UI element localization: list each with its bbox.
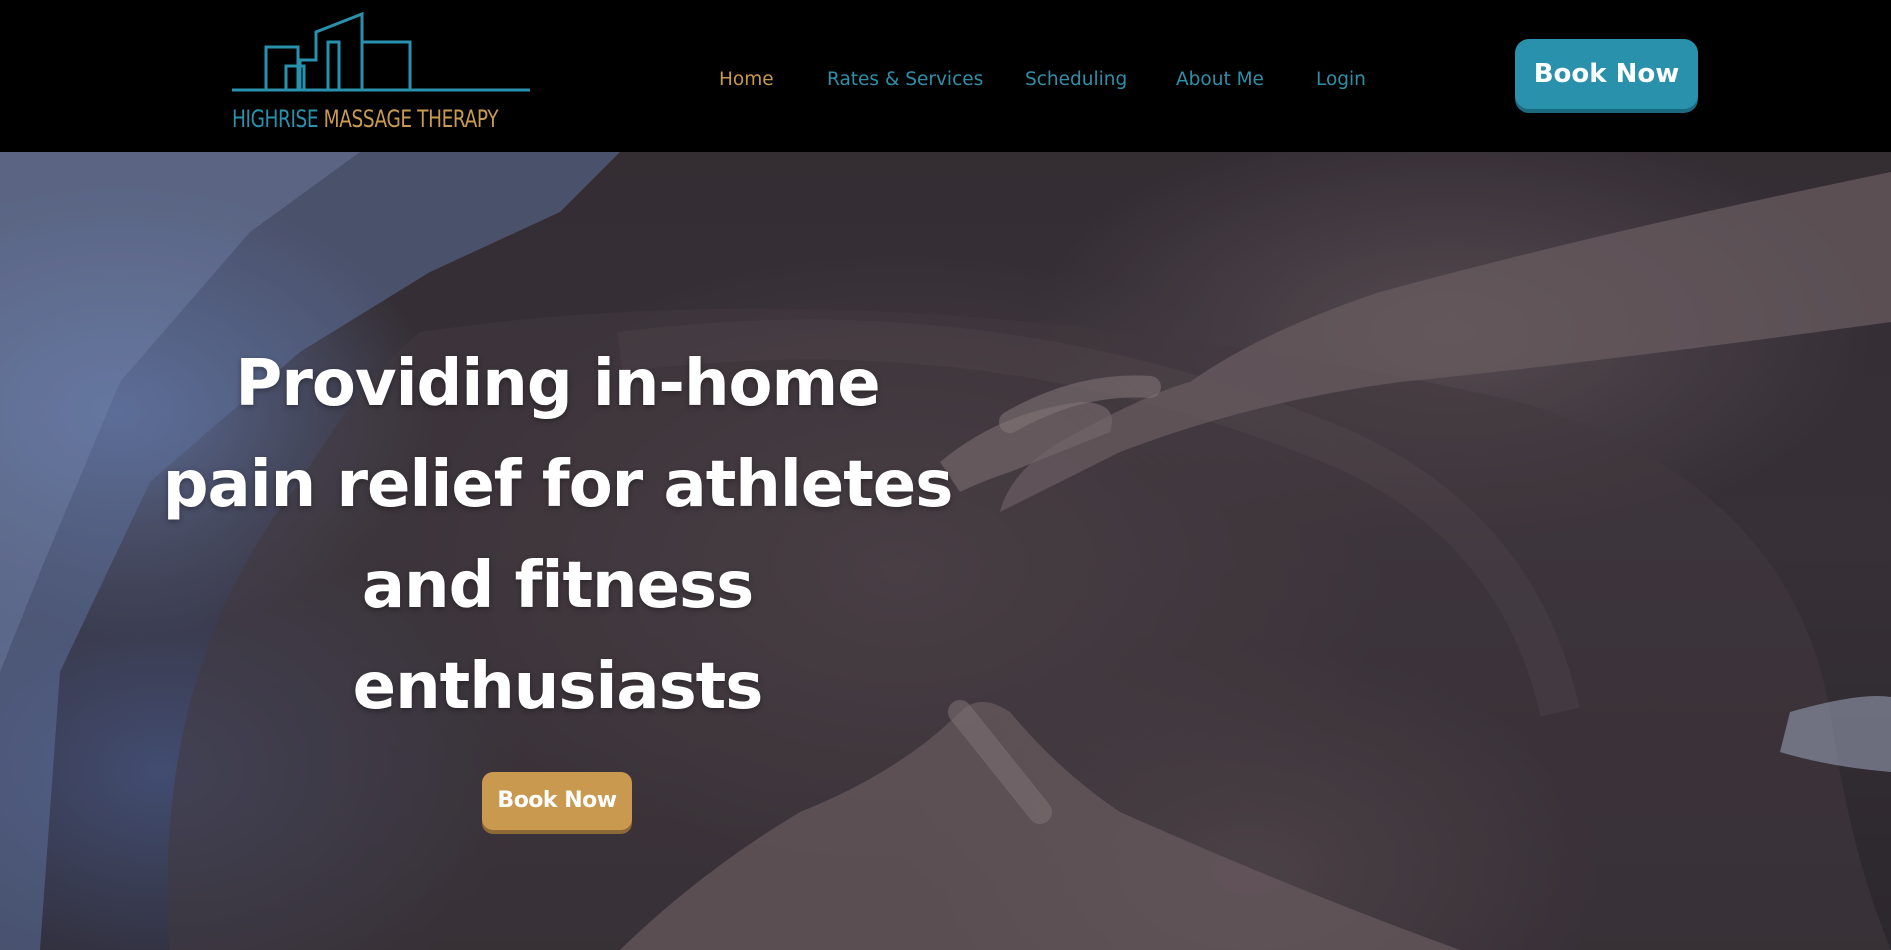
hero-section: Providing in-home pain relief for athlet… bbox=[0, 152, 1891, 950]
nav-item-login[interactable]: Login bbox=[1316, 66, 1366, 94]
city-skyline-icon bbox=[232, 12, 530, 92]
brand-wordmark: HIGHRISE MASSAGE THERAPY bbox=[232, 104, 498, 134]
hero-headline-line: Providing in-home bbox=[235, 347, 880, 421]
hero-headline-line: pain relief for athletes bbox=[162, 448, 954, 522]
hero-headline-line: and fitness bbox=[361, 549, 754, 623]
brand-word-highrise: HIGHRISE bbox=[232, 105, 319, 133]
page: HIGHRISE MASSAGE THERAPY Home Rates & Se… bbox=[0, 0, 1891, 950]
nav-item-home[interactable]: Home bbox=[719, 66, 774, 94]
nav-item-scheduling[interactable]: Scheduling bbox=[1025, 66, 1127, 94]
brand-word-massage-therapy: MASSAGE THERAPY bbox=[323, 105, 499, 133]
brand-logo[interactable]: HIGHRISE MASSAGE THERAPY bbox=[230, 12, 532, 138]
nav-item-about-me[interactable]: About Me bbox=[1176, 66, 1264, 94]
hero-book-now-button[interactable]: Book Now bbox=[482, 772, 632, 830]
hero-headline: Providing in-home pain relief for athlet… bbox=[160, 334, 955, 738]
nav-item-rates-services[interactable]: Rates & Services bbox=[827, 66, 983, 94]
header-book-now-button[interactable]: Book Now bbox=[1515, 39, 1698, 109]
site-header: HIGHRISE MASSAGE THERAPY Home Rates & Se… bbox=[0, 0, 1891, 152]
hero-headline-line: enthusiasts bbox=[352, 650, 764, 724]
